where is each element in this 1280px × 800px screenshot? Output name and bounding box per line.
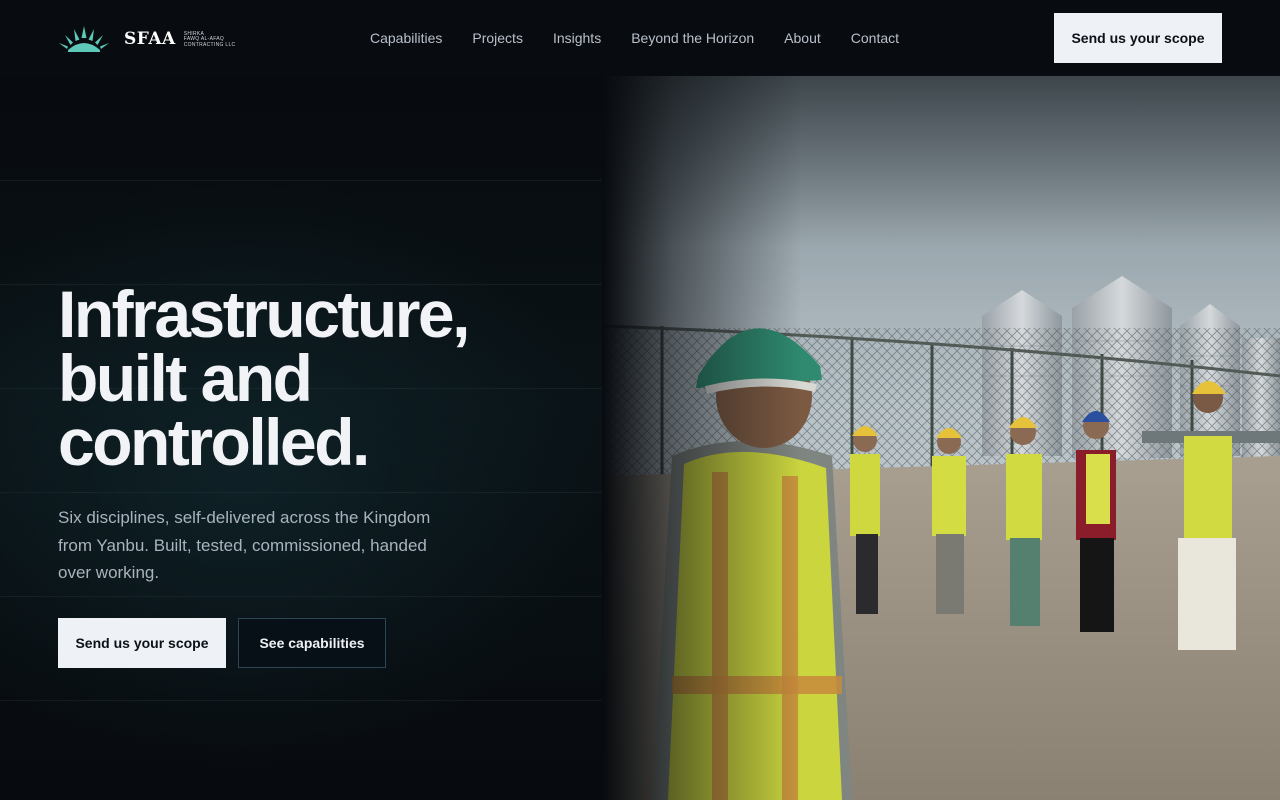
hero-photo — [602, 76, 1280, 800]
nav-link-about[interactable]: About — [784, 30, 821, 46]
brand-logo[interactable]: SFAA SHIRKA FAWQ AL-AFAQ CONTRACTING LLC — [58, 24, 235, 54]
nav-link-beyond-the-horizon[interactable]: Beyond the Horizon — [631, 30, 754, 46]
hero-send-scope-button[interactable]: Send us your scope — [58, 618, 226, 668]
hero-title-line: Infrastructure, — [58, 277, 470, 351]
nav-link-insights[interactable]: Insights — [553, 30, 601, 46]
nav-link-projects[interactable]: Projects — [472, 30, 523, 46]
hero-title: Infrastructure, built and controlled. — [58, 277, 578, 479]
brand-subtitle: SHIRKA FAWQ AL-AFAQ CONTRACTING LLC — [183, 31, 236, 49]
construction-crew-image — [602, 76, 1280, 800]
hero-subtitle: Six disciplines, self-delivered across t… — [58, 508, 431, 582]
see-capabilities-button[interactable]: See capabilities — [238, 618, 386, 668]
nav-link-contact[interactable]: Contact — [851, 30, 899, 46]
brand-subtitle-line: CONTRACTING LLC — [183, 41, 236, 48]
grid-line — [0, 700, 602, 701]
header-send-scope-button[interactable]: Send us your scope — [1054, 13, 1222, 63]
hero-section: Infrastructure, built and controlled. Si… — [0, 76, 602, 800]
grid-line — [0, 492, 602, 493]
site-header: SFAA SHIRKA FAWQ AL-AFAQ CONTRACTING LLC… — [0, 0, 1280, 76]
sunrise-icon — [59, 26, 109, 52]
brand-name: SFAA — [124, 29, 176, 49]
nav-link-capabilities[interactable]: Capabilities — [370, 30, 442, 46]
hero-title-line: built and — [58, 341, 313, 415]
main-nav: Capabilities Projects Insights Beyond th… — [370, 0, 899, 76]
hero-title-line: controlled. — [58, 405, 370, 479]
grid-line — [0, 180, 602, 181]
grid-line — [0, 596, 602, 597]
